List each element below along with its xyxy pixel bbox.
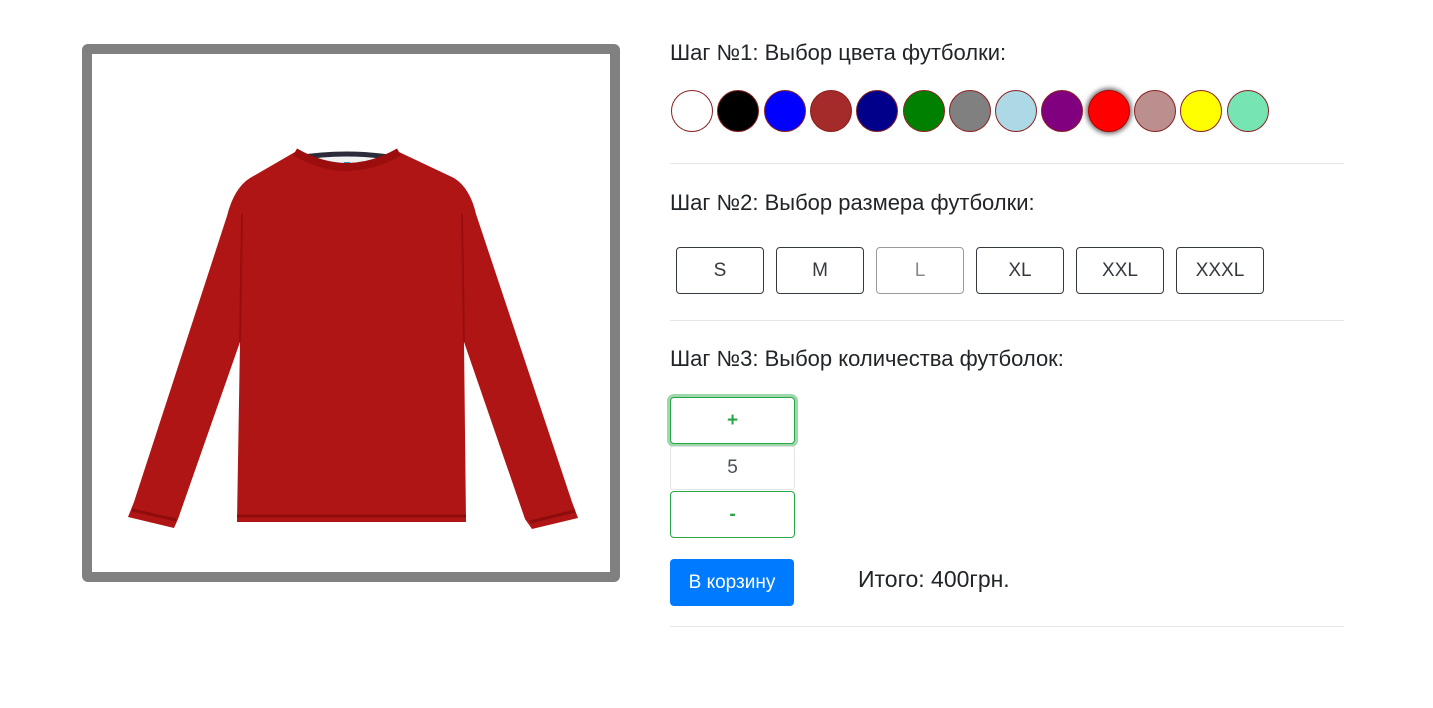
- color-swatch[interactable]: [1134, 90, 1176, 132]
- quantity-minus-button[interactable]: -: [670, 491, 795, 538]
- divider: [670, 626, 1344, 627]
- quantity-plus-button[interactable]: +: [670, 397, 795, 444]
- size-button[interactable]: XL: [976, 247, 1064, 294]
- size-button[interactable]: XXL: [1076, 247, 1164, 294]
- color-swatch[interactable]: [995, 90, 1038, 132]
- step2-title: Шаг №2: Выбор размера футболки:: [670, 190, 1035, 215]
- divider: [670, 320, 1344, 321]
- color-swatch[interactable]: [1041, 90, 1084, 132]
- color-swatch[interactable]: [1087, 90, 1130, 132]
- product-image-frame: [82, 44, 620, 582]
- quantity-field[interactable]: 5: [670, 446, 795, 490]
- total-price: Итого: 400грн.: [858, 566, 1010, 592]
- size-button[interactable]: M: [776, 247, 864, 294]
- step1-title: Шаг №1: Выбор цвета футболки:: [670, 40, 1007, 65]
- color-swatch[interactable]: [809, 90, 852, 132]
- color-swatch[interactable]: [902, 90, 945, 132]
- color-swatch[interactable]: [1226, 90, 1269, 132]
- step3-title: Шаг №3: Выбор количества футболок:: [670, 346, 1064, 371]
- options-column: Шаг №1: Выбор цвета футболки: Шаг №2: Вы…: [670, 0, 1344, 708]
- size-button[interactable]: S: [676, 247, 764, 294]
- color-swatch[interactable]: [671, 90, 713, 132]
- color-swatch[interactable]: [763, 90, 806, 132]
- add-to-cart-button[interactable]: В корзину: [670, 559, 794, 606]
- tshirt-image: [128, 148, 578, 529]
- size-button[interactable]: XXXL: [1176, 247, 1264, 294]
- size-button[interactable]: L: [876, 247, 964, 294]
- color-swatch[interactable]: [948, 90, 991, 132]
- color-swatch[interactable]: [717, 90, 760, 132]
- product-configurator: Шаг №1: Выбор цвета футболки: Шаг №2: Вы…: [0, 0, 1433, 708]
- color-swatch[interactable]: [856, 90, 899, 132]
- divider: [670, 163, 1344, 164]
- color-swatch[interactable]: [1180, 90, 1223, 132]
